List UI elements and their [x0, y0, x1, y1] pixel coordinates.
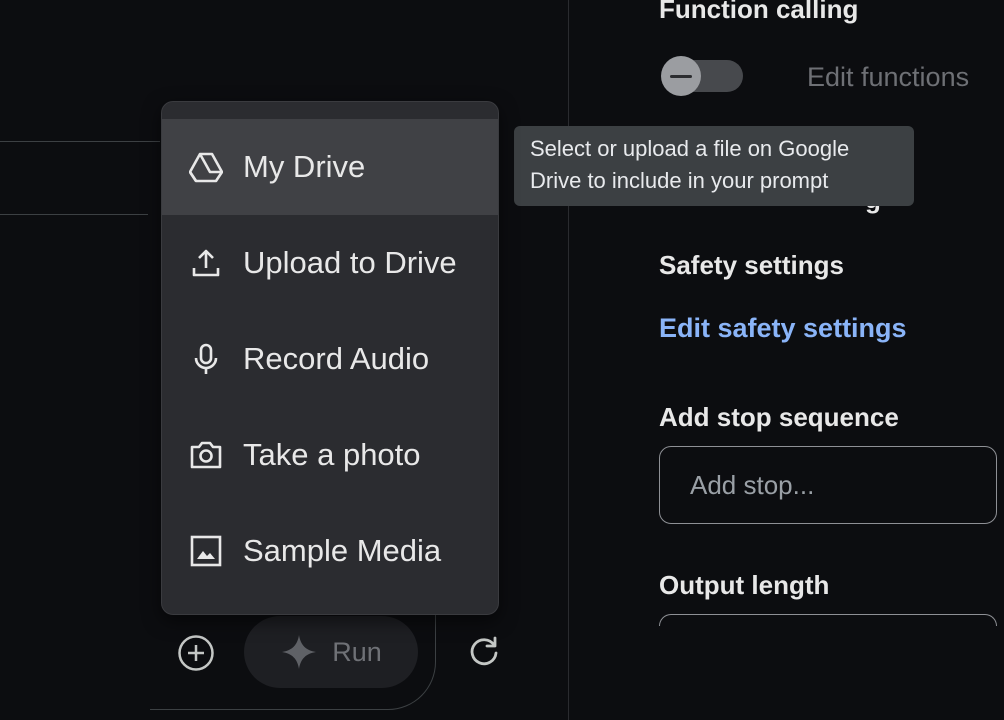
camera-icon	[189, 438, 223, 472]
menu-item-label: My Drive	[243, 149, 366, 184]
menu-item-sample-media[interactable]: Sample Media	[162, 503, 498, 599]
menu-item-label: Record Audio	[243, 341, 430, 376]
menu-item-label: Sample Media	[243, 533, 442, 568]
google-drive-icon	[189, 150, 223, 184]
menu-item-take-photo[interactable]: Take a photo	[162, 407, 498, 503]
divider	[0, 141, 160, 142]
run-button[interactable]: Run	[244, 616, 418, 688]
run-settings-panel: Function calling Edit functions g Safety…	[569, 0, 1004, 720]
edit-safety-settings-link[interactable]: Edit safety settings	[659, 313, 907, 344]
image-icon	[189, 534, 223, 568]
plus-circle-icon	[178, 635, 214, 671]
panel-fade	[569, 626, 1004, 720]
output-length-title: Output length	[659, 570, 830, 600]
menu-item-upload-to-drive[interactable]: Upload to Drive	[162, 215, 498, 311]
minus-icon	[670, 74, 692, 78]
refresh-button[interactable]	[464, 632, 504, 672]
function-calling-toggle[interactable]	[661, 56, 743, 96]
menu-item-label: Take a photo	[243, 437, 421, 472]
safety-settings-title: Safety settings	[659, 250, 844, 280]
stop-sequence-input[interactable]	[659, 446, 997, 524]
stop-sequence-title: Add stop sequence	[659, 402, 899, 432]
run-button-label: Run	[332, 636, 382, 667]
menu-item-label: Upload to Drive	[243, 245, 457, 280]
media-source-menu: My Drive Upload to Drive Record Audio Ta…	[161, 101, 499, 615]
function-calling-title: Function calling	[659, 0, 859, 24]
toggle-knob	[661, 56, 701, 96]
microphone-icon	[189, 342, 223, 376]
edit-functions-button[interactable]: Edit functions	[807, 62, 969, 93]
refresh-icon	[470, 636, 498, 666]
drive-tooltip: Select or upload a file on Google Drive …	[514, 126, 914, 206]
divider	[0, 214, 148, 215]
sparkle-icon	[282, 635, 317, 669]
app-root: Run Function calling Edit functions g Sa…	[0, 0, 1004, 720]
add-media-button[interactable]	[176, 633, 216, 673]
upload-icon	[189, 246, 223, 280]
menu-item-record-audio[interactable]: Record Audio	[162, 311, 498, 407]
menu-item-my-drive[interactable]: My Drive	[162, 119, 498, 215]
